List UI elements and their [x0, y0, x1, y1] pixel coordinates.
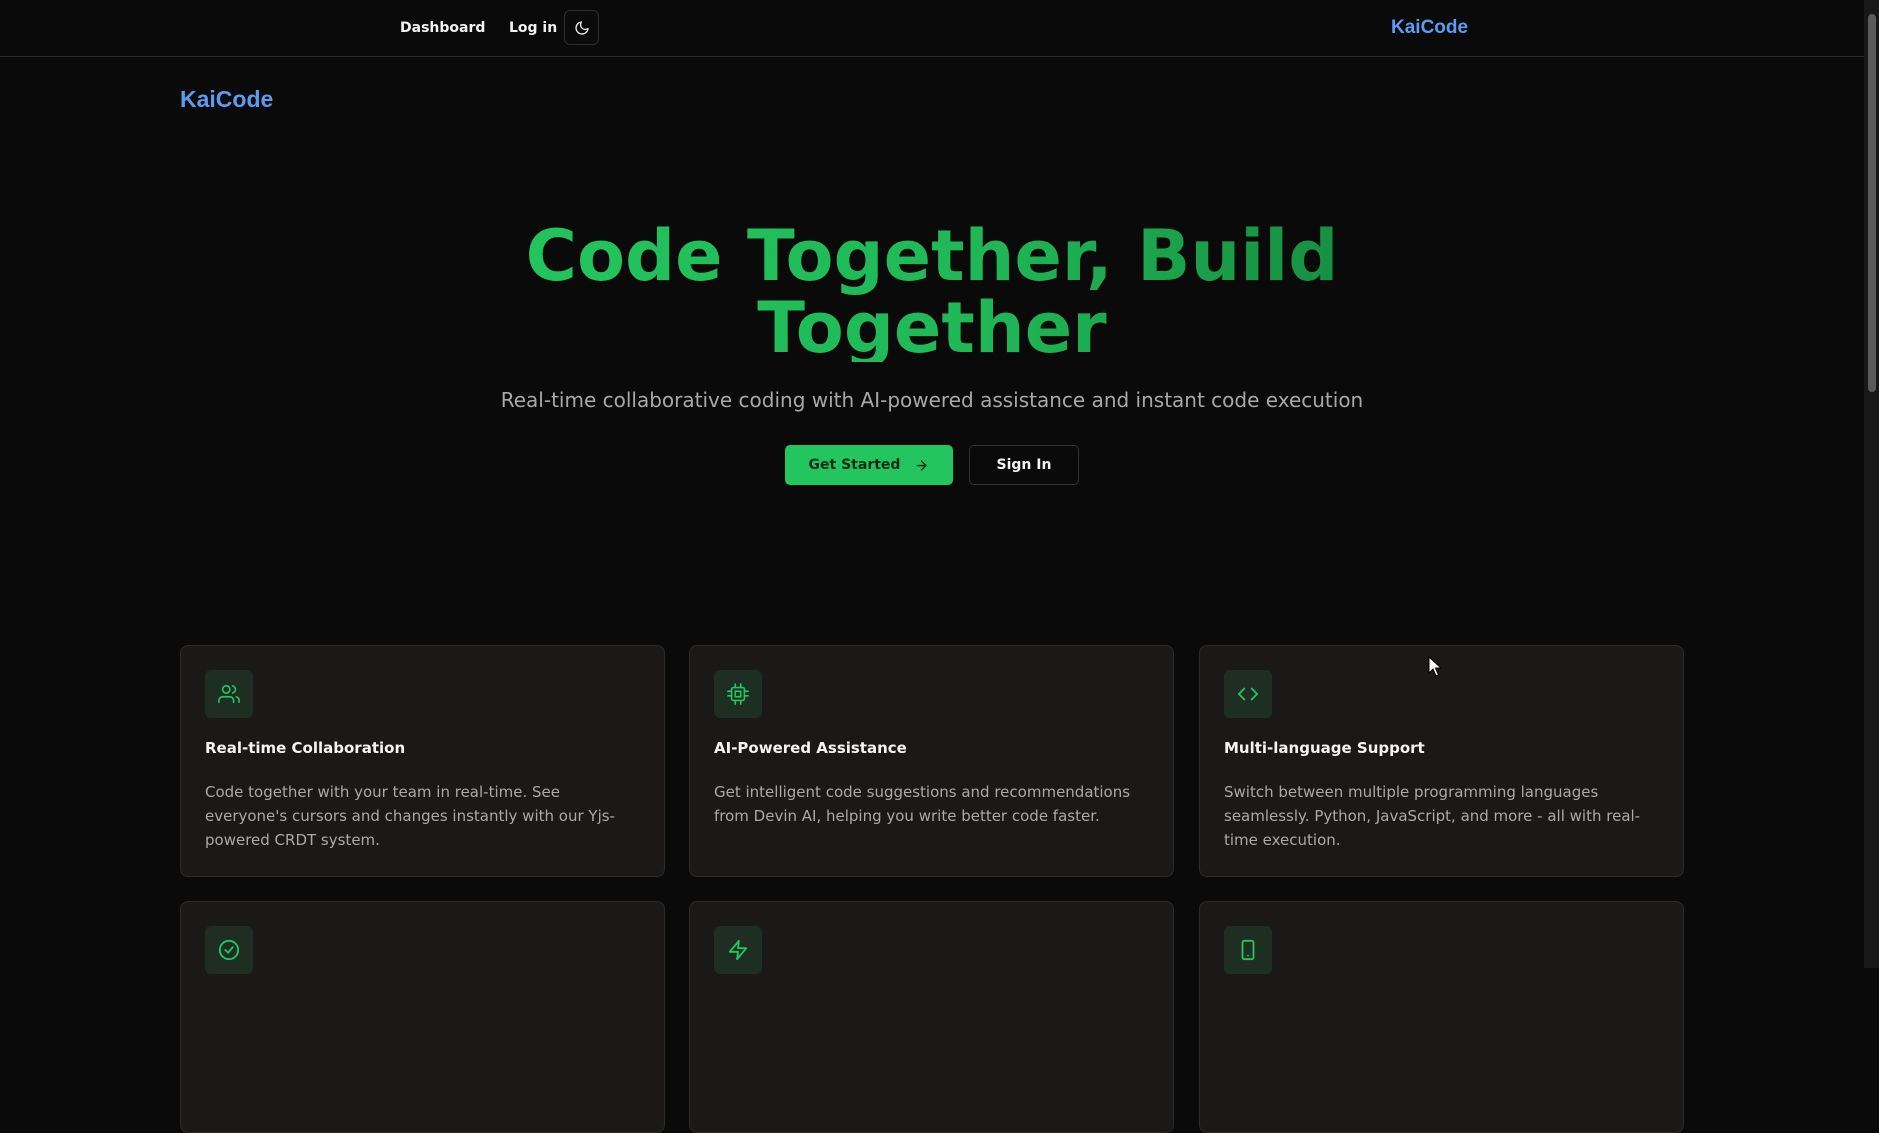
smartphone-icon [1241, 939, 1255, 961]
nav-dashboard-link[interactable]: Dashboard [400, 20, 485, 36]
feature-icon-box [205, 670, 253, 718]
feature-description: Get intelligent code suggestions and rec… [714, 783, 1131, 825]
feature-card-languages: Multi-language Support Switch between mu… [1199, 645, 1684, 877]
hero-title: Code Together, Build Together [480, 220, 1384, 362]
navbar-brand-logo[interactable]: KaiCode [1391, 17, 1468, 39]
feature-icon-box [714, 926, 762, 974]
lightning-icon [728, 939, 748, 961]
top-navbar: Dashboard Log in KaiCode [0, 0, 1864, 57]
get-started-label: Get Started [808, 457, 901, 473]
feature-card-4 [180, 901, 665, 1133]
arrow-right-icon [916, 459, 927, 471]
feature-card-5 [689, 901, 1174, 1133]
moon-icon [574, 20, 589, 35]
check-circle-icon [218, 939, 240, 961]
code-icon [1237, 687, 1259, 701]
feature-icon-box [205, 926, 253, 974]
users-icon [218, 684, 240, 704]
page-brand-logo[interactable]: KaiCode [180, 86, 273, 113]
hero-subtitle: Real-time collaborative coding with AI-p… [500, 388, 1364, 412]
nav-login-link[interactable]: Log in [509, 20, 557, 36]
get-started-button[interactable]: Get Started [785, 445, 953, 485]
feature-description: Switch between multiple programming lang… [1224, 783, 1641, 849]
feature-icon-box [1224, 926, 1272, 974]
feature-title: Real-time Collaboration [205, 739, 406, 757]
theme-toggle-button[interactable] [564, 10, 599, 45]
feature-description: Code together with your team in real-tim… [205, 783, 615, 849]
mouse-cursor-icon [1428, 656, 1442, 677]
scrollbar-thumb[interactable] [1868, 14, 1876, 392]
vertical-scrollbar[interactable] [1864, 0, 1879, 968]
feature-card-collaboration: Real-time Collaboration Code together wi… [180, 645, 665, 877]
feature-icon-box [714, 670, 762, 718]
feature-card-6 [1199, 901, 1684, 1133]
cpu-icon [727, 683, 749, 705]
sign-in-button[interactable]: Sign In [969, 445, 1079, 485]
feature-icon-box [1224, 670, 1272, 718]
feature-card-ai: AI-Powered Assistance Get intelligent co… [689, 645, 1174, 877]
feature-title: Multi-language Support [1224, 739, 1425, 757]
feature-title: AI-Powered Assistance [714, 739, 907, 757]
